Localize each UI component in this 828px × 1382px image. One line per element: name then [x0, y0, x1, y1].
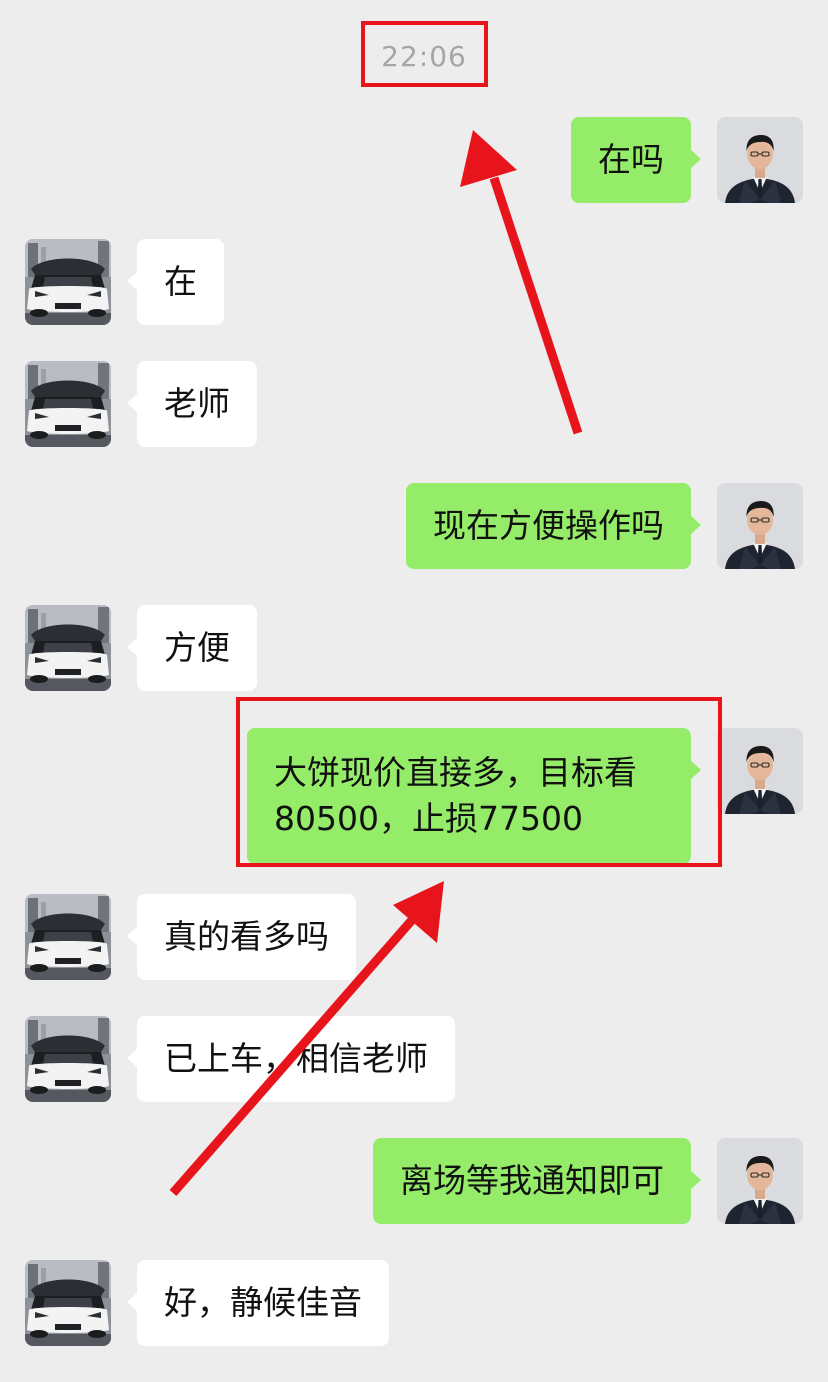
- self-avatar-icon[interactable]: [717, 117, 803, 203]
- self-avatar-icon[interactable]: [717, 728, 803, 814]
- message-bubble-incoming[interactable]: 方便: [127, 605, 257, 691]
- contact-avatar-icon[interactable]: [25, 361, 111, 447]
- self-avatar-icon[interactable]: [717, 483, 803, 569]
- message-bubble-outgoing[interactable]: 离场等我通知即可: [373, 1138, 701, 1224]
- self-avatar-icon[interactable]: [717, 1138, 803, 1224]
- message-bubble-incoming[interactable]: 真的看多吗: [127, 894, 356, 980]
- contact-avatar-icon[interactable]: [25, 894, 111, 980]
- contact-avatar-icon[interactable]: [25, 605, 111, 691]
- contact-avatar-icon[interactable]: [25, 239, 111, 325]
- timestamp: 22:06: [381, 40, 467, 73]
- message-bubble-incoming[interactable]: 已上车，相信老师: [127, 1016, 455, 1102]
- message-bubble-outgoing[interactable]: 现在方便操作吗: [406, 483, 701, 569]
- message-bubble-outgoing[interactable]: 在吗: [571, 117, 701, 203]
- message-bubble-incoming[interactable]: 老师: [127, 361, 257, 447]
- message-bubble-incoming[interactable]: 在: [127, 239, 224, 325]
- contact-avatar-icon[interactable]: [25, 1016, 111, 1102]
- message-bubble-outgoing[interactable]: 大饼现价直接多，目标看80500，止损77500: [247, 728, 701, 864]
- red-arrow-icon: [460, 130, 583, 435]
- message-bubble-incoming[interactable]: 好，静候佳音: [127, 1260, 389, 1346]
- contact-avatar-icon[interactable]: [25, 1260, 111, 1346]
